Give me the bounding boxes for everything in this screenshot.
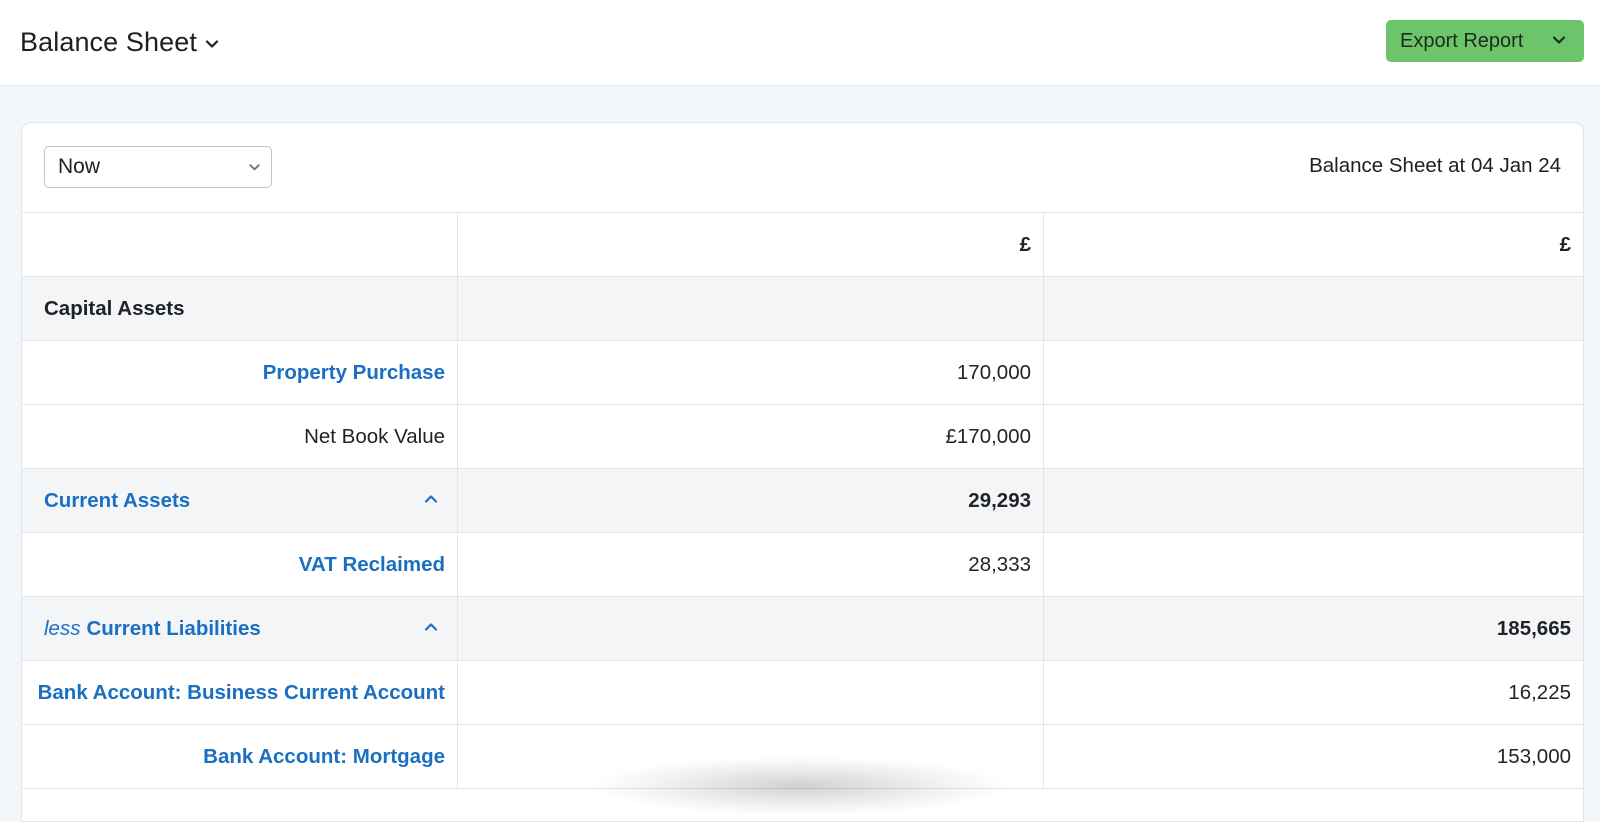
chevron-down-icon bbox=[249, 164, 260, 171]
row-value-1 bbox=[458, 277, 1044, 340]
row-value-1: 170,000 bbox=[458, 341, 1044, 404]
table-row-current-liabilities: less Current Liabilities 185,665 bbox=[22, 597, 1583, 661]
table-header-label-cell bbox=[22, 213, 458, 276]
page-title: Balance Sheet bbox=[20, 26, 197, 57]
row-label-cell: less Current Liabilities bbox=[22, 597, 458, 660]
table-row-net-book-value: Net Book Value £170,000 bbox=[22, 405, 1583, 469]
top-bar: Balance Sheet Export Report bbox=[0, 0, 1600, 86]
row-label-cell: Bank Account: Mortgage bbox=[22, 725, 458, 788]
mortgage-link[interactable]: Bank Account: Mortgage bbox=[203, 745, 445, 769]
row-label-cell: Current Assets bbox=[22, 469, 458, 532]
report-card: Now Balance Sheet at 04 Jan 24 £ £ Capit… bbox=[21, 122, 1584, 822]
row-value-1 bbox=[458, 725, 1044, 788]
export-report-button[interactable]: Export Report bbox=[1386, 20, 1584, 62]
row-label-cell: VAT Reclaimed bbox=[22, 533, 458, 596]
row-value-2 bbox=[1044, 533, 1583, 596]
table-row-mortgage: Bank Account: Mortgage 153,000 bbox=[22, 725, 1583, 789]
row-label-cell: Bank Account: Business Current Account bbox=[22, 661, 458, 724]
row-value-2: 153,000 bbox=[1496, 744, 1571, 768]
table-row-vat-reclaimed: VAT Reclaimed 28,333 bbox=[22, 533, 1583, 597]
row-value-2 bbox=[1044, 405, 1583, 468]
chevron-down-icon bbox=[205, 40, 219, 48]
export-report-label: Export Report bbox=[1400, 29, 1524, 52]
row-value-2 bbox=[1044, 469, 1583, 532]
table-row-business-current-account: Bank Account: Business Current Account 1… bbox=[22, 661, 1583, 725]
table-row-current-assets: Current Assets 29,293 bbox=[22, 469, 1583, 533]
row-value-2: 185,665 bbox=[1496, 616, 1571, 640]
period-select-value: Now bbox=[58, 155, 101, 178]
row-value-2: 16,225 bbox=[1508, 680, 1571, 704]
row-value-1: £170,000 bbox=[458, 405, 1044, 468]
row-label: Net Book Value bbox=[22, 405, 458, 468]
less-prefix: less bbox=[44, 616, 81, 640]
current-liabilities-label: Current Liabilities bbox=[86, 616, 261, 640]
current-assets-link[interactable]: Current Assets bbox=[44, 489, 190, 513]
table-row-capital-assets: Capital Assets bbox=[22, 277, 1583, 341]
currency-header-2: £ bbox=[1559, 232, 1571, 256]
current-liabilities-link[interactable]: less Current Liabilities bbox=[44, 617, 261, 641]
period-select[interactable]: Now bbox=[44, 146, 272, 188]
report-date-label: Balance Sheet at 04 Jan 24 bbox=[1309, 154, 1561, 177]
chevron-up-icon[interactable] bbox=[423, 491, 439, 507]
chevron-down-icon bbox=[1552, 36, 1566, 44]
row-value-1 bbox=[458, 661, 1044, 724]
vat-reclaimed-link[interactable]: VAT Reclaimed bbox=[299, 553, 445, 577]
row-value-1 bbox=[458, 597, 1044, 660]
table-row-property-purchase: Property Purchase 170,000 bbox=[22, 341, 1583, 405]
table-header-row: £ £ bbox=[22, 213, 1583, 277]
chevron-up-icon[interactable] bbox=[423, 619, 439, 635]
row-value-1: 29,293 bbox=[458, 469, 1044, 532]
currency-header-1: £ bbox=[458, 213, 1044, 276]
row-label-cell: Property Purchase bbox=[22, 341, 458, 404]
row-value-2 bbox=[1044, 341, 1583, 404]
report-selector[interactable]: Balance Sheet bbox=[20, 24, 219, 60]
report-controls: Now Balance Sheet at 04 Jan 24 bbox=[22, 123, 1583, 213]
row-value-1: 28,333 bbox=[458, 533, 1044, 596]
business-current-account-link[interactable]: Bank Account: Business Current Account bbox=[38, 681, 445, 705]
row-value-2 bbox=[1044, 277, 1583, 340]
row-label: Capital Assets bbox=[22, 277, 458, 340]
property-purchase-link[interactable]: Property Purchase bbox=[263, 361, 445, 385]
